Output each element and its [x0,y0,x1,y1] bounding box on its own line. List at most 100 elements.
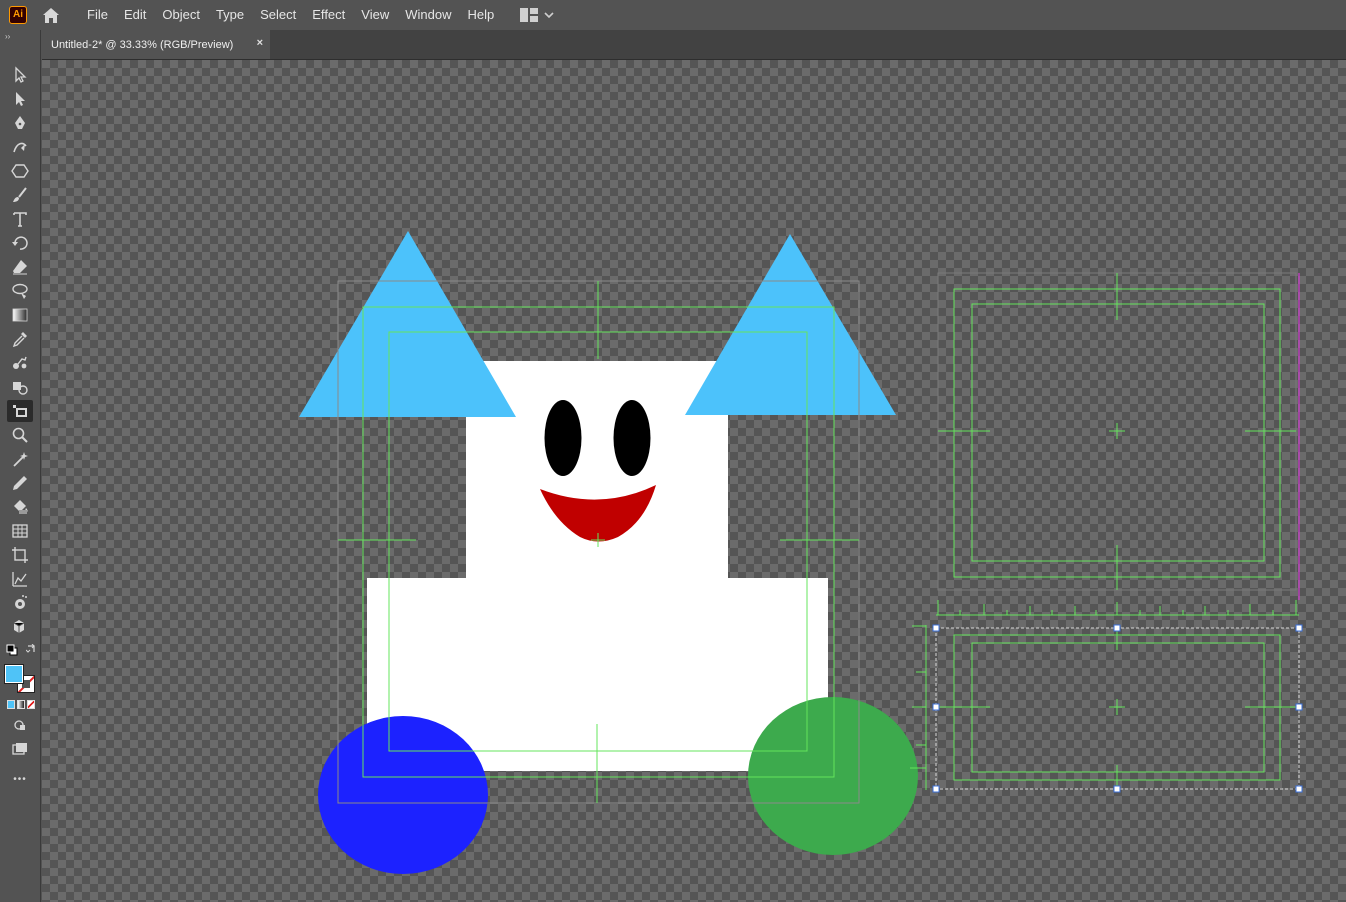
lasso-icon [12,283,28,299]
brush-icon [13,187,27,202]
selection-handle[interactable] [1113,785,1121,793]
fill-stroke-swatches [5,665,37,693]
canvas[interactable] [42,60,1346,902]
arrow-filled-icon [16,92,25,106]
selection-handle[interactable] [1295,703,1303,711]
magic-wand-tool[interactable] [7,448,33,470]
selection-handle[interactable] [1295,624,1303,632]
right-ear-triangle[interactable] [685,234,896,415]
chevron-down-icon [544,12,554,19]
close-tab-icon[interactable]: × [257,37,263,49]
menu-effect[interactable]: Effect [304,0,353,30]
gradient-mode-icon[interactable] [17,700,25,709]
zoom-icon [12,427,28,443]
arrow-outline-icon [15,66,27,83]
graph-icon [12,572,27,587]
wand-icon [13,452,28,467]
selection-handle[interactable] [932,785,940,793]
collapse-panel-icon[interactable]: ›› [5,32,10,41]
illustrator-logo-icon: Ai [9,6,27,24]
home-icon[interactable] [41,5,63,25]
blend-tool[interactable] [7,352,33,374]
document-tab[interactable]: Untitled-2* @ 33.33% (RGB/Preview) × [42,30,270,59]
selection-handle[interactable] [1113,624,1121,632]
robot-head[interactable] [466,361,728,579]
right-wheel-circle[interactable] [748,697,918,855]
selection-handle[interactable] [932,703,940,711]
paint-bucket-icon [14,500,28,514]
artwork [299,231,1303,874]
fill-stroke-utilities [6,644,36,660]
swap-fill-stroke-icon[interactable] [26,644,36,654]
menu-file[interactable]: File [79,0,116,30]
perspective-plane-bottom[interactable] [938,628,1296,788]
menu-select[interactable]: Select [252,0,304,30]
color-mode-icon[interactable] [7,700,15,709]
draw-mode-icon [14,720,25,730]
lasso-tool[interactable] [7,280,33,302]
menu-object[interactable]: Object [154,0,208,30]
paintbrush-tool[interactable] [7,184,33,206]
zoom-tool[interactable] [7,424,33,446]
menu-window[interactable]: Window [397,0,459,30]
perspective-plane-top [937,272,1297,591]
left-eye[interactable] [544,400,582,476]
document-tab-title: Untitled-2* @ 33.33% (RGB/Preview) [51,38,234,51]
selection-tool[interactable] [7,64,33,86]
tools-panel: ›› ••• [0,30,41,902]
perspective-icon [13,405,27,417]
screen-mode-icon [12,743,27,755]
grid-icon [12,524,28,538]
edit-toolbar-button[interactable]: ••• [7,768,33,790]
artboard-tool[interactable] [7,544,33,566]
pencil-tool[interactable] [7,472,33,494]
menu-type[interactable]: Type [208,0,252,30]
selection-handle[interactable] [932,624,940,632]
shape-tool[interactable] [7,160,33,182]
right-eye[interactable] [613,400,651,476]
graph-tool[interactable] [7,568,33,590]
shape-builder-icon [13,382,28,395]
perspective-tool[interactable] [7,400,33,422]
rotate-icon [12,236,28,250]
rotate-tool[interactable] [7,232,33,254]
menu-view[interactable]: View [353,0,397,30]
eraser-icon [13,260,27,275]
menu-help[interactable]: Help [459,0,502,30]
curvature-icon [13,142,27,153]
sprayer-icon [15,595,27,609]
artboard-icon [12,547,28,563]
left-ear-triangle[interactable] [299,231,516,417]
default-fill-stroke-icon[interactable] [6,644,18,656]
direct-selection-tool[interactable] [7,88,33,110]
screen-mode-tool[interactable] [7,738,33,760]
gradient-icon [12,308,28,322]
left-wheel-circle[interactable] [318,716,488,874]
fill-swatch[interactable] [5,665,23,683]
menu-edit[interactable]: Edit [116,0,154,30]
pencil-icon [13,476,27,490]
eyedropper-icon [12,332,27,348]
3d-tool[interactable] [7,616,33,638]
mesh-tool[interactable] [7,520,33,542]
live-paint-tool[interactable] [7,496,33,518]
symbol-sprayer-tool[interactable] [7,592,33,614]
shape-builder-tool[interactable] [7,376,33,398]
pen-tool[interactable] [7,112,33,134]
blend-icon [13,356,27,369]
document-tab-bar: Untitled-2* @ 33.33% (RGB/Preview) × [42,30,1346,60]
hexagon-icon [11,164,29,178]
type-icon [13,212,27,227]
workspace-layout-icon [520,8,539,22]
workspace-switcher[interactable] [520,8,554,22]
cube-icon [13,620,25,633]
none-mode-icon[interactable] [27,700,35,709]
eyedropper-tool[interactable] [7,328,33,350]
selection-handle[interactable] [1295,785,1303,793]
eraser-tool[interactable] [7,256,33,278]
gradient-tool[interactable] [7,304,33,326]
type-tool[interactable] [7,208,33,230]
curvature-tool[interactable] [7,136,33,158]
menu-items: File Edit Object Type Select Effect View… [79,0,502,30]
draw-mode-tool[interactable] [7,714,33,736]
